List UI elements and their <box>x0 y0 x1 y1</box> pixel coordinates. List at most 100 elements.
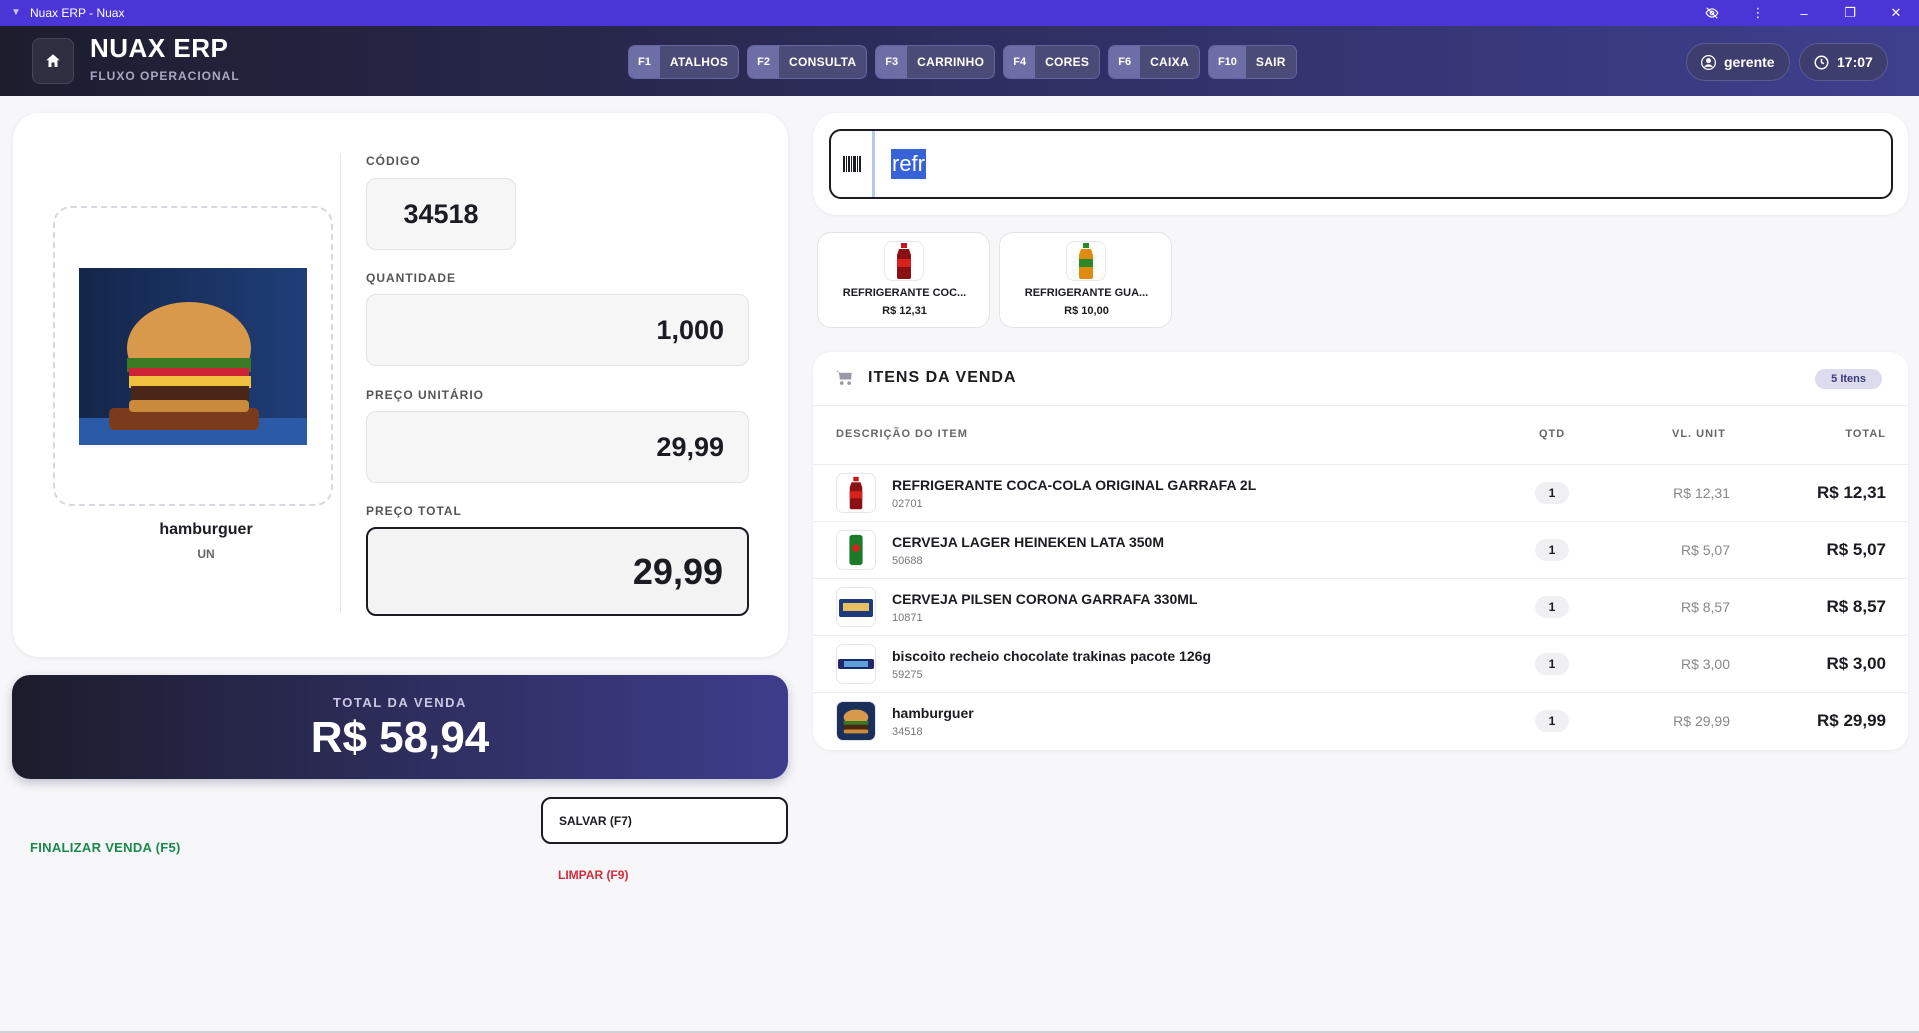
shortcut-cores[interactable]: F4 CORES <box>1003 45 1101 79</box>
suggestion-name: REFRIGERANTE GUA... <box>1024 287 1149 299</box>
shortcut-carrinho[interactable]: F3 CARRINHO <box>875 45 996 79</box>
item-qty: 1 <box>1535 596 1569 618</box>
shortcut-caixa[interactable]: F6 CAIXA <box>1108 45 1200 79</box>
window-titlebar: ▼ Nuax ERP - Nuax ⋮ – ❐ ✕ <box>0 0 1919 26</box>
shortcut-key: F4 <box>1004 46 1036 78</box>
table-row[interactable]: CERVEJA PILSEN CORONA GARRAFA 330ML 1087… <box>813 578 1908 635</box>
shortcut-key: F3 <box>876 46 908 78</box>
item-total: R$ 3,00 <box>1826 654 1886 673</box>
quantity-label: QUANTIDADE <box>366 271 456 285</box>
eye-off-icon[interactable] <box>1689 0 1735 26</box>
search-input[interactable] <box>875 131 1891 197</box>
item-name: CERVEJA LAGER HEINEKEN LATA 350M <box>892 534 1165 550</box>
table-row[interactable]: REFRIGERANTE COCA-COLA ORIGINAL GARRAFA … <box>813 464 1908 521</box>
shortcut-atalhos[interactable]: F1 ATALHOS <box>628 45 740 79</box>
item-qty: 1 <box>1535 482 1569 504</box>
bottle-icon <box>1066 241 1106 281</box>
burger-thumbnail-icon <box>836 701 876 741</box>
items-title: ITENS DA VENDA <box>868 369 1017 386</box>
item-unit-price: R$ 8,57 <box>1680 599 1730 615</box>
item-qty: 1 <box>1535 710 1569 732</box>
cart-icon <box>835 370 852 385</box>
search-box: refr <box>829 129 1893 199</box>
shortcut-sair[interactable]: F10 SAIR <box>1207 45 1297 79</box>
user-pill[interactable]: gerente <box>1686 43 1790 81</box>
shortcut-label: CARRINHO <box>917 55 985 69</box>
shortcut-label: CONSULTA <box>789 55 857 69</box>
item-qty: 1 <box>1535 653 1569 675</box>
suggestion-price: R$ 12,31 <box>882 305 927 317</box>
col-description: DESCRIÇÃO DO ITEM <box>836 428 968 440</box>
code-field[interactable]: 34518 <box>366 178 516 250</box>
total-price-label: PREÇO TOTAL <box>366 504 462 518</box>
shortcut-key: F2 <box>748 46 780 78</box>
item-qty: 1 <box>1535 539 1569 561</box>
items-header: ITENS DA VENDA 5 Itens <box>813 352 1908 406</box>
close-icon[interactable]: ✕ <box>1873 0 1919 26</box>
home-icon <box>46 54 60 67</box>
unit-price-label: PREÇO UNITÁRIO <box>366 388 485 402</box>
item-unit-price: R$ 3,00 <box>1680 656 1730 672</box>
product-unit: UN <box>197 547 215 561</box>
app-header: NUAX ERP FLUXO OPERACIONAL F1 ATALHOS F2 C… <box>0 26 1919 96</box>
product-name: hamburguer <box>159 521 253 538</box>
sale-total-banner: TOTAL DA VENDA R$ 58,94 <box>12 675 788 779</box>
coke-bottle-icon <box>836 473 876 513</box>
item-code: 10871 <box>892 612 923 624</box>
col-total: TOTAL <box>1845 428 1886 440</box>
item-unit-price: R$ 12,31 <box>1673 485 1730 501</box>
user-circle-icon <box>1701 54 1716 70</box>
item-code: 59275 <box>892 669 923 681</box>
product-image <box>79 268 307 445</box>
item-total: R$ 29,99 <box>1817 711 1886 730</box>
col-qty: QTD <box>1539 428 1566 440</box>
table-row[interactable]: biscoito recheio chocolate trakinas paco… <box>813 635 1908 692</box>
restore-icon[interactable]: ❐ <box>1827 0 1873 26</box>
finalize-sale-button[interactable]: FINALIZAR VENDA (F5) <box>30 840 181 855</box>
suggestion-card[interactable]: REFRIGERANTE COC... R$ 12,31 <box>817 232 990 328</box>
shortcut-bar: F1 ATALHOS F2 CONSULTA F3 CARRINHO F4 CORES … <box>628 45 1297 79</box>
barcode-icon <box>831 131 875 197</box>
product-card: hamburguer UN CÓDIGO 34518 QUANTIDADE 1,… <box>13 113 788 657</box>
user-name: gerente <box>1724 54 1775 70</box>
bottle-icon <box>884 241 924 281</box>
quantity-field[interactable]: 1,000 <box>366 294 749 366</box>
home-button[interactable] <box>32 38 74 84</box>
code-label: CÓDIGO <box>366 154 421 168</box>
save-button[interactable]: SALVAR (F7) <box>541 797 788 844</box>
clock-pill: 17:07 <box>1799 43 1888 81</box>
shortcut-consulta[interactable]: F2 CONSULTA <box>747 45 868 79</box>
item-total: R$ 8,57 <box>1826 597 1886 616</box>
item-code: 50688 <box>892 555 923 567</box>
app-logo-icon: ▼ <box>11 7 21 18</box>
shortcut-key: F10 <box>1208 46 1246 78</box>
beer-pack-icon <box>836 587 876 627</box>
search-selected-text: refr <box>891 149 926 179</box>
product-image-box <box>53 206 333 506</box>
minimize-icon[interactable]: – <box>1781 0 1827 26</box>
brand-title: NUAX ERP <box>90 33 229 63</box>
window-title: Nuax ERP - Nuax <box>30 6 125 20</box>
item-unit-price: R$ 5,07 <box>1680 542 1730 558</box>
divider <box>340 153 341 613</box>
shortcut-key: F6 <box>1109 46 1141 78</box>
shortcut-label: CAIXA <box>1150 55 1189 69</box>
beer-can-icon <box>836 530 876 570</box>
unit-price-field[interactable]: 29,99 <box>366 411 749 483</box>
clear-button[interactable]: LIMPAR (F9) <box>558 868 628 882</box>
table-row[interactable]: CERVEJA LAGER HEINEKEN LATA 350M 50688 1… <box>813 521 1908 578</box>
sale-total-label: TOTAL DA VENDA <box>333 695 467 710</box>
sale-total-value: R$ 58,94 <box>310 713 490 762</box>
table-row[interactable]: hamburguer 34518 1 R$ 29,99 R$ 29,99 <box>813 692 1908 749</box>
item-code: 34518 <box>892 726 923 738</box>
brand-subtitle: FLUXO OPERACIONAL <box>90 69 240 83</box>
suggestion-card[interactable]: REFRIGERANTE GUA... R$ 10,00 <box>999 232 1172 328</box>
item-name: hamburguer <box>892 705 974 721</box>
suggestion-price: R$ 10,00 <box>1064 305 1109 317</box>
biscuit-pack-icon <box>836 644 876 684</box>
sale-items-table: ITENS DA VENDA 5 Itens DESCRIÇÃO DO ITEM… <box>813 352 1908 750</box>
item-name: biscoito recheio chocolate trakinas paco… <box>892 648 1211 664</box>
clock-icon <box>1814 55 1829 69</box>
item-unit-price: R$ 29,99 <box>1673 713 1730 729</box>
more-vertical-icon[interactable]: ⋮ <box>1735 0 1781 26</box>
